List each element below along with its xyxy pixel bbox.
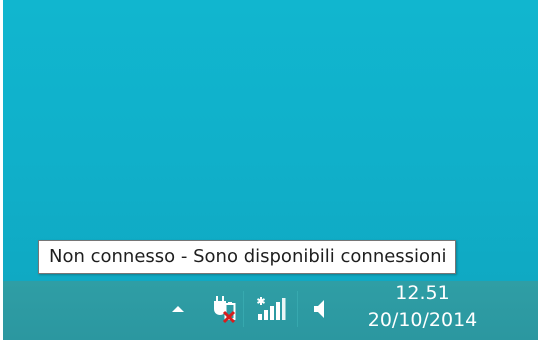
show-hidden-icons-button[interactable] xyxy=(165,289,191,329)
desktop-background xyxy=(3,0,538,281)
power-plug-icon xyxy=(214,296,236,324)
power-tray-button[interactable] xyxy=(204,289,240,329)
clock-time: 12.51 xyxy=(395,282,450,304)
clock-button[interactable]: 12.51 20/10/2014 xyxy=(355,280,490,338)
taskbar: 12.51 20/10/2014 xyxy=(3,281,538,340)
chevron-up-icon xyxy=(172,306,184,312)
network-tooltip: Non connesso - Sono disponibili connessi… xyxy=(38,240,457,274)
speaker-icon xyxy=(314,300,324,318)
screen: Non connesso - Sono disponibili connessi… xyxy=(3,0,538,340)
tray-separator xyxy=(243,291,244,327)
tray-separator xyxy=(297,291,298,327)
volume-tray-button[interactable] xyxy=(306,289,332,329)
network-tray-button[interactable] xyxy=(252,289,290,329)
clock-date: 20/10/2014 xyxy=(367,309,478,331)
wireless-network-icon xyxy=(257,297,286,320)
tooltip-text: Non connesso - Sono disponibili connessi… xyxy=(49,246,447,267)
